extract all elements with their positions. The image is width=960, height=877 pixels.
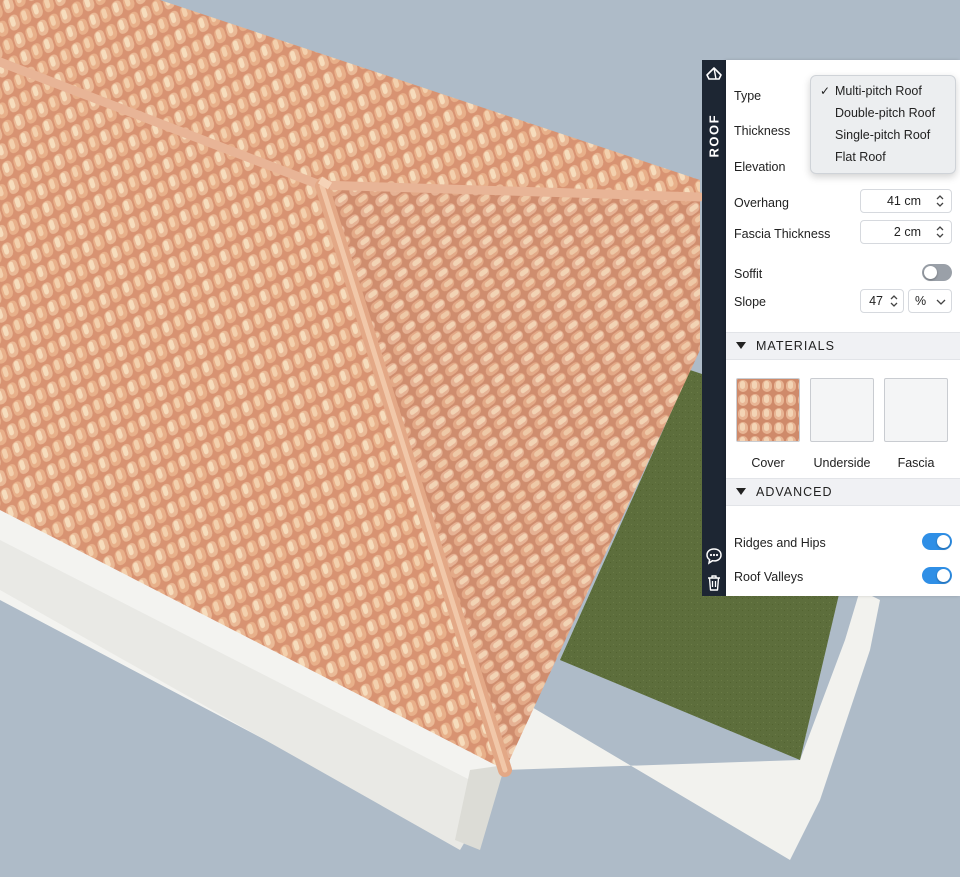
stepper-arrows-icon[interactable] bbox=[935, 224, 945, 240]
roof-valleys-row: Roof Valleys bbox=[726, 563, 960, 593]
materials-title: MATERIALS bbox=[756, 339, 835, 353]
overhang-stepper[interactable]: 41 cm bbox=[860, 189, 952, 213]
type-option-flat[interactable]: Flat Roof bbox=[835, 150, 886, 164]
underside-material-swatch[interactable] bbox=[810, 378, 874, 442]
toggle-knob bbox=[924, 266, 937, 279]
soffit-row: Soffit bbox=[726, 260, 960, 290]
roof-icon bbox=[706, 67, 722, 80]
checkmark-icon: ✓ bbox=[820, 84, 831, 98]
chevron-down-icon[interactable] bbox=[936, 295, 946, 311]
slope-stepper[interactable]: 47 bbox=[860, 289, 904, 313]
underside-material-label: Underside bbox=[813, 456, 871, 470]
stepper-arrows-icon[interactable] bbox=[889, 293, 899, 309]
advanced-section-header[interactable]: ADVANCED bbox=[726, 478, 960, 506]
tile-texture-thumbnail bbox=[737, 379, 799, 441]
type-option-multi-pitch[interactable]: Multi-pitch Roof bbox=[835, 84, 922, 98]
type-label: Type bbox=[734, 89, 762, 103]
fascia-thickness-stepper[interactable]: 2 cm bbox=[860, 220, 952, 244]
advanced-title: ADVANCED bbox=[756, 485, 833, 499]
ridges-and-hips-row: Ridges and Hips bbox=[726, 529, 960, 559]
panel-title: ROOF bbox=[706, 113, 722, 158]
collapse-triangle-icon bbox=[736, 488, 746, 495]
soffit-toggle[interactable] bbox=[922, 264, 952, 281]
hip-cap bbox=[317, 176, 333, 190]
type-option-double-pitch[interactable]: Double-pitch Roof bbox=[835, 106, 935, 120]
toggle-knob bbox=[937, 535, 950, 548]
roof-valleys-label: Roof Valleys bbox=[734, 570, 804, 584]
cover-material-swatch[interactable] bbox=[736, 378, 800, 442]
slope-unit: % bbox=[915, 294, 927, 308]
fascia-material-swatch[interactable] bbox=[884, 378, 948, 442]
ridges-and-hips-label: Ridges and Hips bbox=[734, 536, 826, 550]
slope-unit-select[interactable]: % bbox=[908, 289, 952, 313]
thickness-label: Thickness bbox=[734, 124, 791, 138]
collapse-triangle-icon bbox=[736, 342, 746, 349]
soffit-label: Soffit bbox=[734, 267, 763, 281]
chat-icon[interactable] bbox=[705, 547, 723, 565]
type-option-single-pitch[interactable]: Single-pitch Roof bbox=[835, 128, 930, 142]
roof-type-dropdown[interactable]: ✓ Multi-pitch Roof Double-pitch Roof Sin… bbox=[810, 75, 956, 174]
stepper-arrows-icon[interactable] bbox=[935, 193, 945, 209]
materials-section-header[interactable]: MATERIALS bbox=[726, 332, 960, 360]
panel-side-strip: ROOF bbox=[702, 60, 726, 596]
overhang-value: 41 cm bbox=[886, 194, 921, 208]
overhang-row: Overhang 41 cm bbox=[726, 189, 960, 219]
slope-label: Slope bbox=[734, 295, 766, 309]
toggle-knob bbox=[937, 569, 950, 582]
ridges-and-hips-toggle[interactable] bbox=[922, 533, 952, 550]
elevation-label: Elevation bbox=[734, 160, 786, 174]
trash-icon[interactable] bbox=[706, 574, 722, 592]
roof-valleys-toggle[interactable] bbox=[922, 567, 952, 584]
fascia-thickness-value: 2 cm bbox=[893, 225, 921, 239]
overhang-label: Overhang bbox=[734, 196, 789, 210]
slope-value: 47 bbox=[869, 294, 883, 308]
slope-row: Slope 47 % bbox=[726, 289, 960, 319]
fascia-thickness-label: Fascia Thickness bbox=[734, 227, 831, 241]
fascia-material-label: Fascia bbox=[897, 456, 935, 470]
cover-material-label: Cover bbox=[751, 456, 785, 470]
fascia-thickness-row: Fascia Thickness 2 cm bbox=[726, 220, 960, 250]
